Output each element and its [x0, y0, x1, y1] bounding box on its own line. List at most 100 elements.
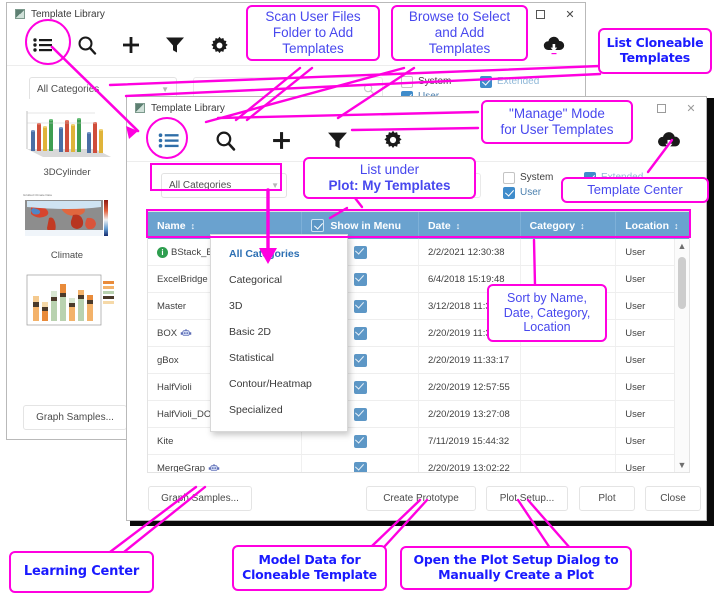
- dropdown-item[interactable]: Specialized: [211, 397, 347, 423]
- cell-show-in-menu[interactable]: [302, 455, 419, 472]
- info-icon: i: [157, 246, 168, 258]
- checkbox-label: System: [418, 76, 452, 87]
- template-name: gBox: [157, 354, 179, 366]
- callout-line: Folder to Add: [272, 25, 354, 41]
- callout-line: Learning Center: [23, 564, 140, 580]
- show-in-menu-checkbox[interactable]: [353, 353, 367, 367]
- callout-line: "Manage" Mode: [509, 106, 605, 122]
- checkbox-box: [401, 75, 413, 88]
- cell-category: [521, 347, 617, 373]
- thumbnail-climate[interactable]: Gridded Climate Data Climate: [7, 188, 127, 261]
- plus-icon[interactable]: [259, 123, 303, 157]
- template-thumbnail-panel[interactable]: 3DCylinder Gridded Climate Data Climate: [7, 99, 128, 395]
- template-name: ExcelBridge: [157, 273, 208, 285]
- template-name: BOX: [157, 327, 178, 339]
- cloud-download-icon[interactable]: [652, 124, 686, 158]
- dropdown-item[interactable]: 3D: [211, 293, 347, 319]
- chevron-up-icon[interactable]: ▲: [678, 239, 687, 253]
- cell-date: 2/20/2019 11:33:17: [419, 347, 521, 373]
- funnel-icon[interactable]: [153, 28, 197, 62]
- close-icon[interactable]: ✕: [676, 97, 706, 119]
- callout-line: and Add: [434, 25, 485, 41]
- maximize-icon[interactable]: [525, 3, 555, 25]
- checkbox-box: [503, 171, 515, 184]
- window-title-back: Template Library: [31, 8, 105, 20]
- checkbox-label: User: [520, 187, 542, 198]
- plus-icon[interactable]: [109, 28, 153, 62]
- chevron-down-icon: ▼: [161, 84, 169, 94]
- thumbnail-3dcylinder[interactable]: 3DCylinder: [7, 105, 127, 178]
- dropdown-item[interactable]: Statistical: [211, 345, 347, 371]
- thumbnail-label: Climate: [50, 250, 84, 261]
- close-icon[interactable]: ✕: [555, 3, 585, 25]
- checkbox-box: [503, 186, 515, 199]
- show-in-menu-checkbox[interactable]: [353, 434, 367, 448]
- world-heatmap-thumbnail: Gridded Climate Data: [17, 188, 117, 246]
- callout-open-plot-setup: Open the Plot Setup Dialog to Manually C…: [400, 546, 632, 590]
- dropdown-item-all-categories[interactable]: All Categories: [211, 241, 347, 267]
- show-in-menu-checkbox[interactable]: [353, 380, 367, 394]
- callout-line: Templates: [619, 50, 691, 65]
- table-vertical-scrollbar[interactable]: ▲ ▼: [674, 239, 689, 472]
- thumbnail-stacked-column[interactable]: [7, 271, 127, 333]
- callout-line: Scan User Files: [265, 9, 361, 25]
- category-dropdown-menu[interactable]: All Categories Categorical 3D Basic 2D Stat…: [210, 234, 348, 432]
- callout-model-data: Model Data for Cloneable Template: [232, 545, 387, 591]
- cell-date: 2/20/2019 13:02:22: [419, 455, 521, 472]
- cell-date: 7/11/2019 15:44:32: [419, 428, 521, 454]
- callout-line: List Cloneable: [606, 35, 704, 51]
- graph-samples-button-front[interactable]: Graph Samples...: [148, 485, 252, 511]
- dropdown-item[interactable]: Categorical: [211, 267, 347, 293]
- callout-line: Open the Plot Setup Dialog to: [413, 552, 619, 568]
- window-controls-back: ✕: [525, 3, 585, 25]
- cloud-download-icon[interactable]: [537, 28, 571, 62]
- table-row[interactable]: Kite 7/11/2019 15:44:32 User: [148, 428, 689, 455]
- show-in-menu-checkbox[interactable]: [353, 407, 367, 421]
- scrollbar-thumb[interactable]: [678, 257, 686, 309]
- svg-text:Gridded Climate Data: Gridded Climate Data: [23, 193, 52, 197]
- callout-line: Sort by Name,: [507, 290, 587, 305]
- chevron-down-icon[interactable]: ▼: [678, 458, 687, 472]
- callout-list-under-plot: List under Plot: My Templates: [303, 157, 476, 199]
- show-in-menu-checkbox[interactable]: [353, 272, 367, 286]
- template-name: Master: [157, 300, 187, 312]
- cell-category: [521, 374, 617, 400]
- gear-icon[interactable]: [197, 28, 241, 62]
- template-name: HalfVioli: [157, 381, 192, 393]
- maximize-icon[interactable]: [646, 97, 676, 119]
- create-prototype-button[interactable]: Create Prototype: [366, 485, 476, 511]
- graph-samples-button-back[interactable]: Graph Samples...: [23, 404, 127, 430]
- plot-button[interactable]: Plot: [579, 485, 635, 511]
- checkbox-extended-back[interactable]: Extended: [480, 75, 539, 88]
- plot-setup-button[interactable]: Plot Setup...: [486, 485, 568, 511]
- show-in-menu-checkbox[interactable]: [353, 299, 367, 313]
- callout-line: Cloneable Template: [242, 567, 377, 582]
- callout-line: Plot: My Templates: [328, 178, 451, 193]
- app-icon: [135, 103, 145, 113]
- callout-browse-to-select: Browse to Select and Add Templates: [391, 5, 528, 61]
- show-in-menu-checkbox[interactable]: [353, 461, 367, 472]
- funnel-icon[interactable]: [315, 123, 359, 157]
- table-row[interactable]: MergeGrap 2/20/2019 13:02:22 User: [148, 455, 689, 473]
- search-icon[interactable]: [65, 28, 109, 62]
- dropdown-item[interactable]: Basic 2D: [211, 319, 347, 345]
- close-button[interactable]: Close: [645, 485, 701, 511]
- gear-icon[interactable]: [371, 123, 415, 157]
- callout-learning-center: Learning Center: [9, 551, 154, 593]
- cell-name: MergeGrap: [148, 455, 303, 473]
- callout-line: Template Center: [587, 182, 683, 198]
- show-in-menu-checkbox[interactable]: [353, 245, 367, 259]
- cell-category: [521, 239, 617, 265]
- callout-manage-mode: "Manage" Mode for User Templates: [481, 100, 633, 144]
- template-name: Kite: [157, 435, 174, 447]
- show-in-menu-checkbox[interactable]: [353, 326, 367, 340]
- dropdown-item[interactable]: Contour/Heatmap: [211, 371, 347, 397]
- callout-line: Manually Create a Plot: [438, 567, 594, 582]
- 3d-bar-chart-thumbnail: [17, 105, 117, 163]
- stacked-column-chart-thumbnail: [17, 271, 117, 333]
- window-title-front: Template Library: [151, 102, 225, 114]
- checkbox-system-back[interactable]: System: [401, 75, 475, 88]
- search-icon[interactable]: [203, 123, 247, 157]
- template-name: MergeGrap: [157, 462, 206, 473]
- search-icon: [363, 83, 375, 95]
